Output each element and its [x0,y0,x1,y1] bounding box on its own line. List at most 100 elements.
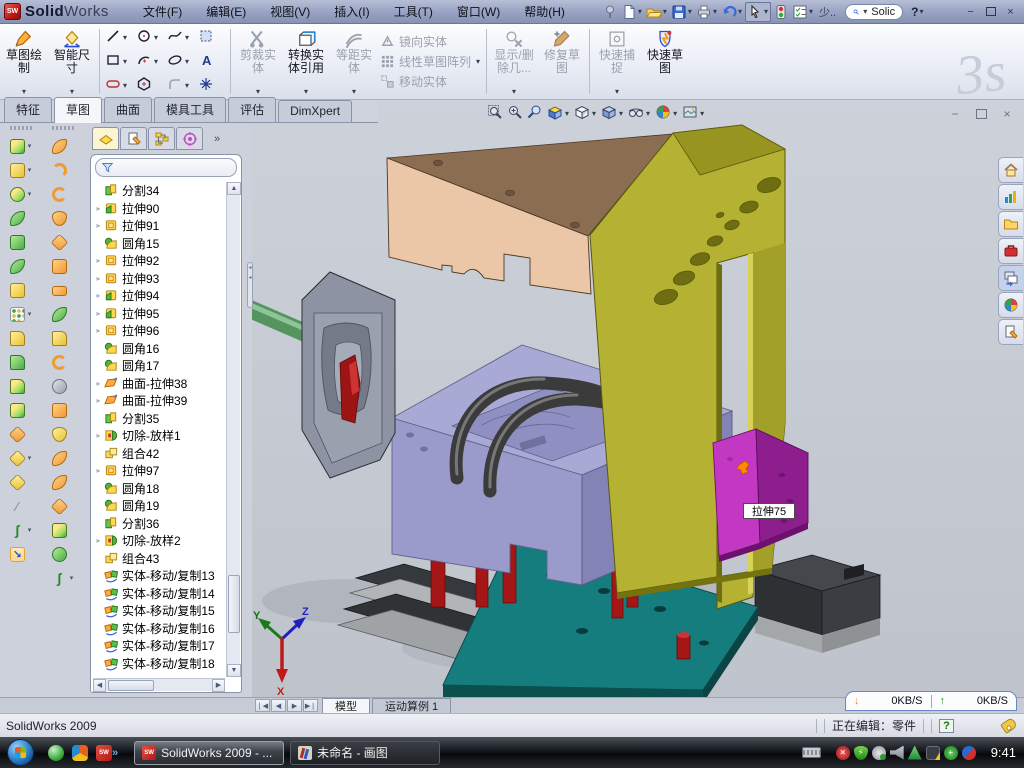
caret-down-icon[interactable]: ▾ [123,57,127,66]
dimxpertmanager-tab[interactable] [176,127,203,150]
caret-down-icon[interactable]: ▾ [28,526,32,534]
caret-down-icon[interactable]: ▾ [28,142,32,150]
section-view-button[interactable]: ▾ [546,103,571,124]
rectangle-button[interactable]: ▾ [103,50,134,74]
line-button[interactable]: ▾ [103,26,134,50]
scroll-down-icon[interactable]: ▼ [227,664,241,677]
search-input[interactable]: Solic [871,6,895,18]
feature-tree-item[interactable]: 圆角18 [93,480,225,498]
solidworks-quick-icon[interactable]: SW [96,745,112,761]
extruded-cut-button[interactable]: ▾ [10,158,33,182]
extend-surface-button[interactable] [52,350,75,374]
display-style-button[interactable]: ▾ [600,103,625,124]
hide-show-items-button[interactable]: ▾ [627,103,652,124]
file-explorer-tab[interactable] [998,211,1023,237]
helix-button[interactable]: ʃ▾ [10,518,33,542]
feature-tree-item[interactable]: 圆角17 [93,357,225,375]
toolbar-grip[interactable] [52,126,74,130]
doc-close-button[interactable]: × [998,106,1016,121]
start-button[interactable] [7,739,34,766]
quick-tips-icon[interactable]: ? [939,719,954,733]
caret-down-icon[interactable]: ▾ [663,7,667,16]
delete-face-button[interactable] [52,374,75,398]
feature-tree-item[interactable]: ▸拉伸96 [93,322,225,340]
sync-icon[interactable] [962,746,976,760]
feature-tree-item[interactable]: 实体-移动/复制15 [93,602,225,620]
tree-filter-field[interactable] [95,158,237,177]
antivirus-icon[interactable]: ⚡ [854,746,868,760]
pin-button[interactable] [601,3,619,21]
scrollbar-thumb[interactable] [108,680,154,691]
caret-down-icon[interactable]: ▾ [28,310,32,318]
caret-down-icon[interactable]: ▾ [764,7,768,16]
overflow-button[interactable]: 少.. [816,3,839,21]
shell-button[interactable] [10,230,33,254]
feature-tree-item[interactable]: ▸拉伸95 [93,305,225,323]
tree-horizontal-scrollbar[interactable]: ◀ ▶ [93,678,225,691]
tags-icon[interactable] [1000,717,1018,734]
feature-tree-item[interactable]: 组合42 [93,445,225,463]
nav-last-button[interactable]: ▶❘ [303,699,318,712]
feature-tree-item[interactable]: ▸切除-放样2 [93,532,225,550]
close-button[interactable]: × [1002,4,1019,19]
split-body-button[interactable] [10,350,33,374]
help-button[interactable]: ? [911,5,918,19]
doc-tab-运动算例 1[interactable]: 运动算例 1 [372,698,451,713]
menu-编辑(E)[interactable]: 编辑(E) [196,0,256,23]
panel-tabs-overflow-icon[interactable]: » [214,133,220,145]
menu-文件(F)[interactable]: 文件(F) [133,0,192,23]
dome-button[interactable] [52,542,75,566]
zoom-fit-button[interactable] [486,103,504,124]
expand-arrow-icon[interactable]: ▸ [93,396,104,405]
flatten-surface-button[interactable] [52,470,75,494]
panel-splitter-handle[interactable]: ◂◂ [247,262,253,308]
lofted-surface-button[interactable] [52,206,75,230]
volume-icon[interactable] [890,746,904,760]
menu-窗口(W)[interactable]: 窗口(W) [447,0,510,23]
boundary-surface-button[interactable] [52,230,75,254]
caret-down-icon[interactable]: ▾ [185,81,189,90]
new-doc-button[interactable]: ▾ [620,3,644,21]
zoom-area-button[interactable] [506,103,524,124]
trim-entities-button[interactable]: 剪裁实体 ▾ [234,24,282,99]
expand-arrow-icon[interactable]: ▸ [93,431,104,440]
feature-tree-item[interactable]: 实体-移动/复制18 [93,655,225,673]
feature-tree-item[interactable]: ▸拉伸91 [93,217,225,235]
expand-arrow-icon[interactable]: ▸ [93,256,104,265]
browser-icon[interactable] [72,745,88,761]
caret-down-icon[interactable]: ▾ [28,166,32,174]
caret-down-icon[interactable]: ▾ [28,190,32,198]
caret-down-icon[interactable]: ▾ [185,33,189,42]
tab-模具工具[interactable]: 模具工具 [154,97,226,122]
feature-tree-item[interactable]: 圆角15 [93,235,225,253]
expand-arrow-icon[interactable]: ▸ [93,379,104,388]
repair-sketch-button[interactable]: 修复草图 [538,24,586,99]
open-folder-button[interactable]: ▾ [645,3,669,21]
security-alert-icon[interactable]: ✕ [836,746,850,760]
scroll-right-icon[interactable]: ▶ [212,679,225,692]
messenger-icon[interactable] [48,745,64,761]
health-icon[interactable]: + [944,746,958,760]
expand-arrow-icon[interactable]: ▸ [93,536,104,545]
caret-down-icon[interactable]: ▾ [154,57,158,66]
nav-prev-button[interactable]: ◀ [271,699,286,712]
trim-surface-button[interactable] [52,494,75,518]
caret-down-icon[interactable]: ▾ [565,109,569,118]
rib-button[interactable] [10,206,33,230]
linear-pattern-button[interactable]: 线性草图阵列 ▾ [380,53,481,71]
axis-button[interactable]: ⁄ [10,494,33,518]
feature-tree-item[interactable]: ▸拉伸92 [93,252,225,270]
nav-next-button[interactable]: ▶ [287,699,302,712]
feature-tree-item[interactable]: ▸拉伸97 [93,462,225,480]
extrude75-block[interactable] [713,429,808,562]
toolbar-grip[interactable] [10,126,32,130]
draft-button[interactable] [10,254,33,278]
swept-surface-button[interactable] [52,134,75,158]
menu-插入(I)[interactable]: 插入(I) [324,0,379,23]
mirror-entities-button[interactable]: 镜向实体 [380,33,481,51]
caret-down-icon[interactable]: ▾ [646,109,650,118]
feature-tree-item[interactable]: ▸曲面-拉伸39 [93,392,225,410]
expand-arrow-icon[interactable]: ▸ [93,466,104,475]
select-region-button[interactable] [196,26,227,50]
vpn-icon[interactable] [908,746,922,760]
